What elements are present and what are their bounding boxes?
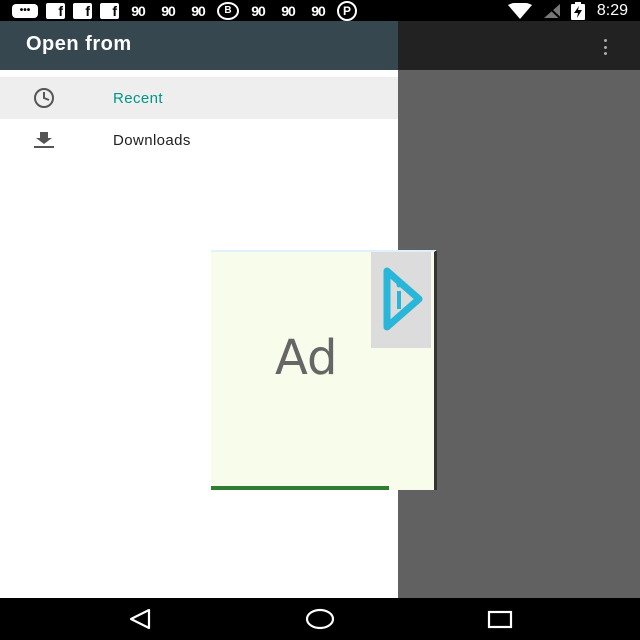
hooks-icon: 90	[161, 2, 176, 19]
ad-progress-bar	[211, 486, 389, 490]
adchoices-icon[interactable]	[371, 252, 431, 348]
status-bar: ••• f f f 90 90 90 B 90 90 90 P 8:29	[0, 0, 640, 21]
facebook-icon: f	[100, 2, 119, 19]
pinterest-icon: P	[337, 0, 357, 21]
ad-banner[interactable]: Ad	[211, 250, 437, 490]
bbm-icon: B	[217, 1, 239, 20]
hooks-icon: 90	[131, 2, 146, 19]
clock-icon	[28, 86, 60, 110]
drawer-title: Open from	[26, 33, 132, 55]
wifi-icon	[507, 2, 532, 19]
hooks-icon: 90	[251, 2, 266, 19]
system-nav-bar	[0, 598, 640, 640]
drawer-item-label: Recent	[113, 89, 163, 107]
ad-label: Ad	[275, 330, 338, 386]
signal-icon	[543, 2, 561, 19]
hooks-icon: 90	[191, 2, 206, 19]
drawer-item-downloads[interactable]: Downloads	[0, 119, 398, 161]
drawer-item-recent[interactable]: Recent	[0, 77, 398, 119]
drawer-header: Open from	[0, 21, 398, 70]
hooks-icon: 90	[281, 2, 296, 19]
messages-icon: •••	[12, 3, 38, 18]
clock-time: 8:29	[596, 1, 628, 19]
hooks-icon: 90	[311, 2, 326, 19]
overflow-menu-icon[interactable]	[598, 36, 612, 58]
notification-icons: ••• f f f 90 90 90 B 90 90 90 P	[12, 0, 357, 21]
battery-charging-icon	[570, 1, 585, 20]
facebook-icon: f	[46, 2, 65, 19]
facebook-icon: f	[73, 2, 92, 19]
back-button[interactable]	[120, 606, 160, 632]
home-button[interactable]	[300, 606, 340, 632]
recents-button[interactable]	[480, 606, 520, 632]
drawer-item-label: Downloads	[113, 131, 191, 149]
download-icon	[28, 128, 60, 152]
